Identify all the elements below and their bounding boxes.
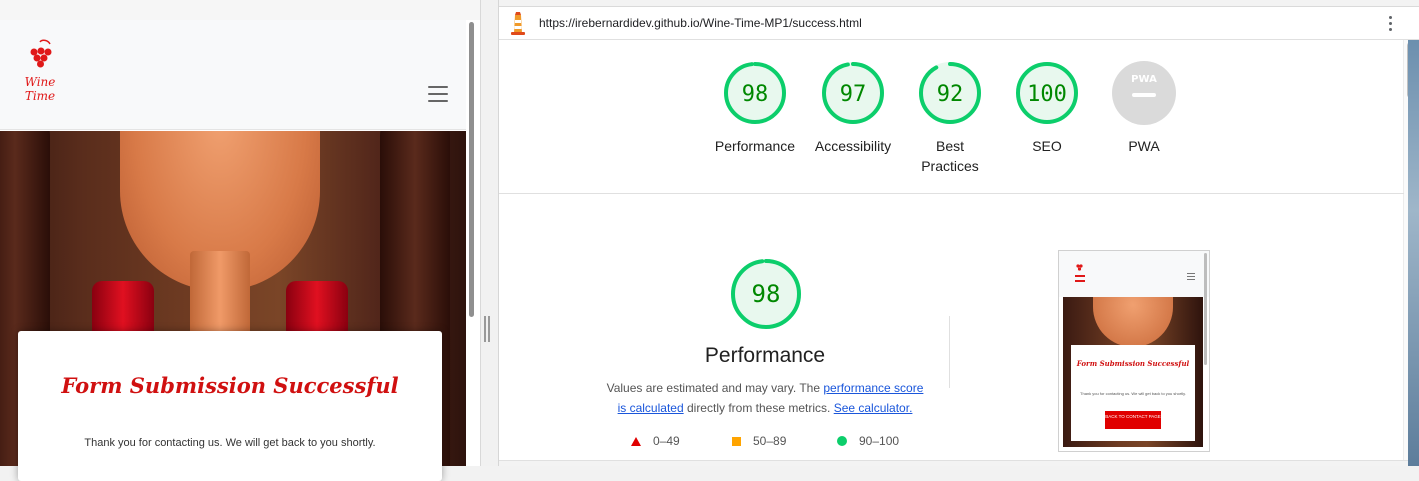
performance-desc-text-2: directly from these metrics. bbox=[683, 401, 834, 415]
gauge-score-seo: 100 bbox=[1027, 82, 1067, 107]
success-title: Form Submission Successful bbox=[61, 373, 399, 398]
lighthouse-icon bbox=[511, 12, 525, 35]
thumb-back-button: BACK TO CONTACT PAGE bbox=[1105, 411, 1161, 429]
report-url[interactable]: https://irebernardidev.github.io/Wine-Ti… bbox=[539, 16, 862, 30]
devtools-top-edge bbox=[499, 0, 1419, 7]
thumb-success-card: Form Submission Successful Thank you for… bbox=[1071, 345, 1195, 441]
legend-fail: 0–49 bbox=[631, 434, 680, 448]
thumb-scrollbar bbox=[1204, 253, 1207, 365]
legend-average-label: 50–89 bbox=[753, 434, 787, 448]
hamburger-menu-icon[interactable] bbox=[428, 86, 448, 102]
thumb-menu-icon bbox=[1187, 273, 1195, 282]
thumb-logo-icon bbox=[1075, 264, 1085, 282]
wine-time-logo[interactable]: Wine Time bbox=[18, 38, 62, 106]
performance-description: Values are estimated and may vary. The p… bbox=[603, 378, 927, 418]
report-url-bar: https://irebernardidev.github.io/Wine-Ti… bbox=[499, 7, 1419, 40]
average-square-icon bbox=[732, 437, 741, 446]
thumb-hero-image: Form Submission Successful Thank you for… bbox=[1063, 297, 1203, 447]
svg-text:Wine: Wine bbox=[25, 75, 56, 89]
legend-pass: 90–100 bbox=[837, 434, 899, 448]
thumb-navbar bbox=[1059, 251, 1209, 297]
gauge-ring-performance: 98 bbox=[724, 62, 786, 124]
performance-heading: Performance bbox=[704, 344, 826, 367]
svg-text:Time: Time bbox=[25, 89, 55, 103]
site-navbar: Wine Time bbox=[0, 20, 466, 130]
devtools-bottom-edge bbox=[499, 460, 1419, 466]
pwa-badge-text: PWA bbox=[1131, 74, 1157, 85]
desktop-background-edge bbox=[1408, 40, 1419, 466]
see-calculator-link[interactable]: See calculator. bbox=[834, 401, 913, 415]
performance-desc-text-1: Values are estimated and may vary. The bbox=[606, 381, 824, 395]
final-screenshot-thumbnail[interactable]: Form Submission Successful Thank you for… bbox=[1058, 250, 1210, 452]
success-message: Thank you for contacting us. We will get… bbox=[84, 437, 376, 449]
legend-average: 50–89 bbox=[732, 434, 786, 448]
gauge-ring-accessibility: 97 bbox=[822, 62, 884, 124]
gauge-label-pwa: PWA bbox=[1128, 138, 1160, 154]
gauge-label-seo: SEO bbox=[1032, 138, 1062, 154]
mobile-preview-pane: Wine Time Form Submission Successful Tha… bbox=[0, 0, 480, 481]
performance-gauge-ring: 98 bbox=[731, 259, 801, 329]
fail-triangle-icon bbox=[631, 437, 641, 446]
gauge-score-best-practices: 92 bbox=[937, 82, 964, 107]
gauge-pwa[interactable]: PWA PWA bbox=[1096, 60, 1192, 156]
lighthouse-report-pane: https://irebernardidev.github.io/Wine-Ti… bbox=[498, 0, 1419, 466]
pane-resize-handle-icon[interactable] bbox=[484, 316, 492, 342]
gauge-best-practices[interactable]: 92 Best Practices bbox=[902, 60, 998, 176]
vertical-separator bbox=[949, 316, 950, 388]
gauge-score-accessibility: 97 bbox=[840, 82, 867, 107]
gauge-accessibility[interactable]: 97 Accessibility bbox=[805, 60, 901, 156]
gauge-label-performance: Performance bbox=[714, 138, 796, 154]
pwa-badge-icon: PWA bbox=[1112, 61, 1176, 125]
legend-pass-label: 90–100 bbox=[859, 434, 900, 448]
performance-score: 98 bbox=[752, 280, 781, 308]
pass-circle-icon bbox=[837, 436, 847, 446]
gauge-performance[interactable]: 98 Performance bbox=[707, 60, 803, 156]
preview-scrollbar[interactable] bbox=[469, 22, 474, 317]
gauge-ring-seo: 100 bbox=[1016, 62, 1078, 124]
thumb-message: Thank you for contacting us. We will get… bbox=[1080, 391, 1186, 396]
preview-top-strip bbox=[0, 0, 480, 20]
legend-fail-label: 0–49 bbox=[653, 434, 680, 448]
gauge-ring-best-practices: 92 bbox=[919, 62, 981, 124]
gauge-score-performance: 98 bbox=[742, 82, 769, 107]
performance-gauge-large: 98 bbox=[729, 257, 803, 336]
gauge-label-best-practices: Best Practices bbox=[921, 138, 979, 174]
gauge-seo[interactable]: 100 SEO bbox=[999, 60, 1095, 156]
pane-divider[interactable] bbox=[480, 0, 498, 466]
summary-separator bbox=[499, 193, 1404, 194]
thumb-title: Form Submission Successful bbox=[1076, 359, 1190, 368]
gauge-label-accessibility: Accessibility bbox=[814, 138, 892, 154]
more-options-icon[interactable] bbox=[1387, 16, 1393, 32]
success-card: Form Submission Successful Thank you for… bbox=[18, 331, 442, 481]
